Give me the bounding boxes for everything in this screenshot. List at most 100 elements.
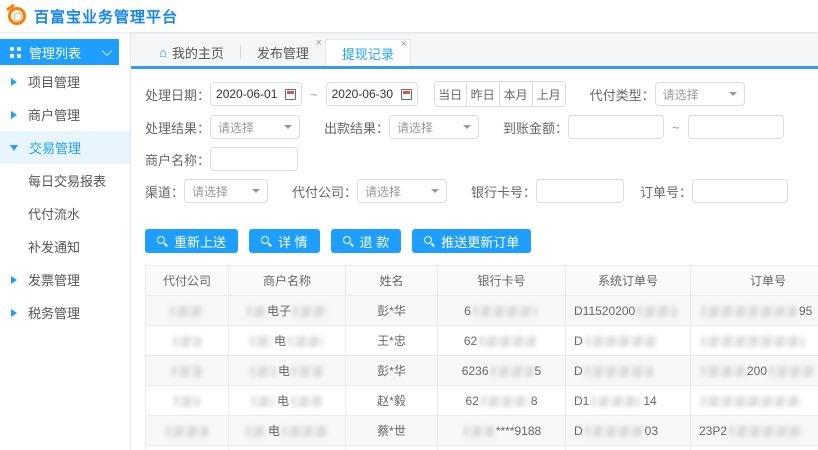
calendar-icon[interactable] — [285, 89, 296, 100]
blurred-redaction — [585, 336, 657, 347]
blurred-redaction — [251, 396, 275, 407]
table-row[interactable]: 电王*忠62D — [146, 326, 818, 356]
sidebar-item-sub[interactable]: 代付流水 — [0, 197, 130, 230]
blurred-redaction — [491, 366, 533, 377]
table-cell: D03 — [566, 416, 691, 446]
column-header: 商户名称 — [229, 266, 346, 296]
action-button-bar: 重新上送详 情 退 款 推送更新订单 — [131, 211, 818, 253]
blurred-redaction — [250, 336, 272, 347]
action-button-label: 退 款 — [360, 232, 390, 251]
amount-range-separator: ~ — [672, 120, 680, 135]
table-cell: 彭*华 — [346, 356, 438, 386]
tab-1[interactable]: ⌂我的主页 — [143, 39, 240, 66]
date-to-picker[interactable]: 2020-06-30 — [326, 82, 418, 106]
table-cell: 23P2 — [691, 416, 818, 446]
blurred-redaction — [174, 396, 200, 407]
sidebar-item-label: 补发通知 — [28, 237, 80, 256]
cell-text: D — [574, 334, 583, 348]
sidebar-item-group[interactable]: 交易管理 — [0, 131, 130, 164]
action-button[interactable]: 退 款 — [331, 229, 402, 253]
table-cell: ****9188 — [438, 416, 566, 446]
table-row[interactable]: 电赵*毅628D114 — [146, 386, 818, 416]
action-button[interactable]: 重新上送 — [145, 229, 238, 253]
amount-label: 到账金额： — [503, 118, 568, 137]
action-button[interactable]: 推送更新订单 — [412, 229, 531, 253]
cell-text: ****9188 — [496, 424, 541, 438]
action-button-label: 推送更新订单 — [441, 232, 519, 251]
process-result-select[interactable]: 请选择 — [210, 115, 300, 139]
blurred-redaction — [701, 336, 805, 347]
amount-to-input[interactable] — [688, 115, 784, 139]
blurred-redaction — [729, 426, 803, 437]
merchant-name-input[interactable] — [210, 147, 298, 171]
blurred-redaction — [473, 306, 537, 317]
tab-3[interactable]: 提现记录× — [325, 39, 411, 66]
sidebar-item-label: 发票管理 — [28, 270, 80, 289]
sidebar-item-group[interactable]: 项目管理 — [0, 65, 130, 98]
table-cell — [146, 446, 229, 450]
table-cell: 95 — [691, 296, 818, 326]
cell-text: 14 — [643, 394, 656, 408]
sidebar-item-sub[interactable]: 补发通知 — [0, 230, 130, 263]
grid-icon — [10, 47, 21, 58]
sidebar-item-group[interactable]: 发票管理 — [0, 263, 130, 296]
app-title: 百富宝业务管理平台 — [34, 6, 178, 27]
sidebar-header-management-list[interactable]: 管理列表 — [0, 39, 119, 65]
action-button[interactable]: 详 情 — [249, 229, 320, 253]
column-header: 代付公司 — [146, 266, 229, 296]
channel-select[interactable]: 请选择 — [184, 179, 268, 203]
date-from-picker[interactable]: 2020-06-01 — [210, 82, 302, 106]
sidebar-item-group[interactable]: 税务管理 — [0, 296, 130, 329]
quick-date-button[interactable]: 本月 — [500, 81, 533, 107]
close-icon[interactable]: × — [315, 38, 321, 49]
bank-card-input[interactable] — [536, 179, 624, 203]
cell-text: D1 — [574, 394, 589, 408]
blurred-redaction — [293, 306, 327, 317]
triangle-right-icon — [11, 276, 17, 284]
quick-date-button[interactable]: 昨日 — [467, 81, 500, 107]
cell-text: 6 — [464, 304, 471, 318]
home-icon: ⌂ — [159, 45, 167, 60]
cell-text: D — [574, 424, 583, 438]
triangle-right-icon — [11, 78, 17, 86]
table-row[interactable]: 电子彭*华6D1152020095 — [146, 296, 818, 326]
order-no-label: 订单号： — [640, 182, 692, 201]
table-cell — [146, 416, 229, 446]
table-cell: 628 — [438, 386, 566, 416]
triangle-right-icon — [11, 111, 17, 119]
quick-date-button[interactable]: 上月 — [533, 81, 566, 107]
table-cell — [566, 446, 691, 450]
payout-result-select[interactable]: 请选择 — [389, 115, 479, 139]
caret-down-icon — [252, 189, 260, 193]
blurred-redaction — [769, 366, 815, 377]
payout-company-value: 请选择 — [365, 183, 431, 200]
blurred-redaction — [585, 366, 653, 377]
table-row[interactable] — [146, 446, 818, 450]
payout-type-select[interactable]: 请选择 — [655, 82, 745, 106]
cell-text: 62 — [465, 394, 478, 408]
magnifier-icon — [343, 236, 354, 247]
blurred-redaction — [282, 426, 328, 437]
calendar-icon[interactable] — [401, 89, 412, 100]
payout-company-select[interactable]: 请选择 — [357, 179, 447, 203]
table-cell: 62365 — [438, 356, 566, 386]
sidebar-item-sub[interactable]: 每日交易报表 — [0, 164, 130, 197]
date-label: 处理日期： — [145, 85, 210, 104]
quick-date-button[interactable]: 当日 — [434, 81, 467, 107]
close-icon[interactable]: × — [400, 39, 406, 50]
tab-2[interactable]: 发布管理× — [241, 39, 325, 66]
table-cell: D1 14 — [566, 386, 691, 416]
amount-from-input[interactable] — [568, 115, 664, 139]
date-from-value: 2020-06-01 — [216, 87, 285, 101]
table-row[interactable]: 电彭*华62365D200 — [146, 356, 818, 386]
blurred-redaction — [701, 396, 801, 407]
caret-down-icon — [463, 125, 471, 129]
app-window: 百富宝业务管理平台 管理列表 项目管理商户管理交易管理每日交易报表代付流水补发通… — [0, 0, 818, 450]
table-cell: D — [566, 326, 691, 356]
column-header: 姓名 — [346, 266, 438, 296]
cell-text: 5 — [535, 364, 542, 378]
order-no-input[interactable] — [692, 179, 788, 203]
table-row[interactable]: 电蔡*世****9188D0323P2 — [146, 416, 818, 446]
blurred-redaction — [173, 336, 201, 347]
sidebar-item-group[interactable]: 商户管理 — [0, 98, 130, 131]
